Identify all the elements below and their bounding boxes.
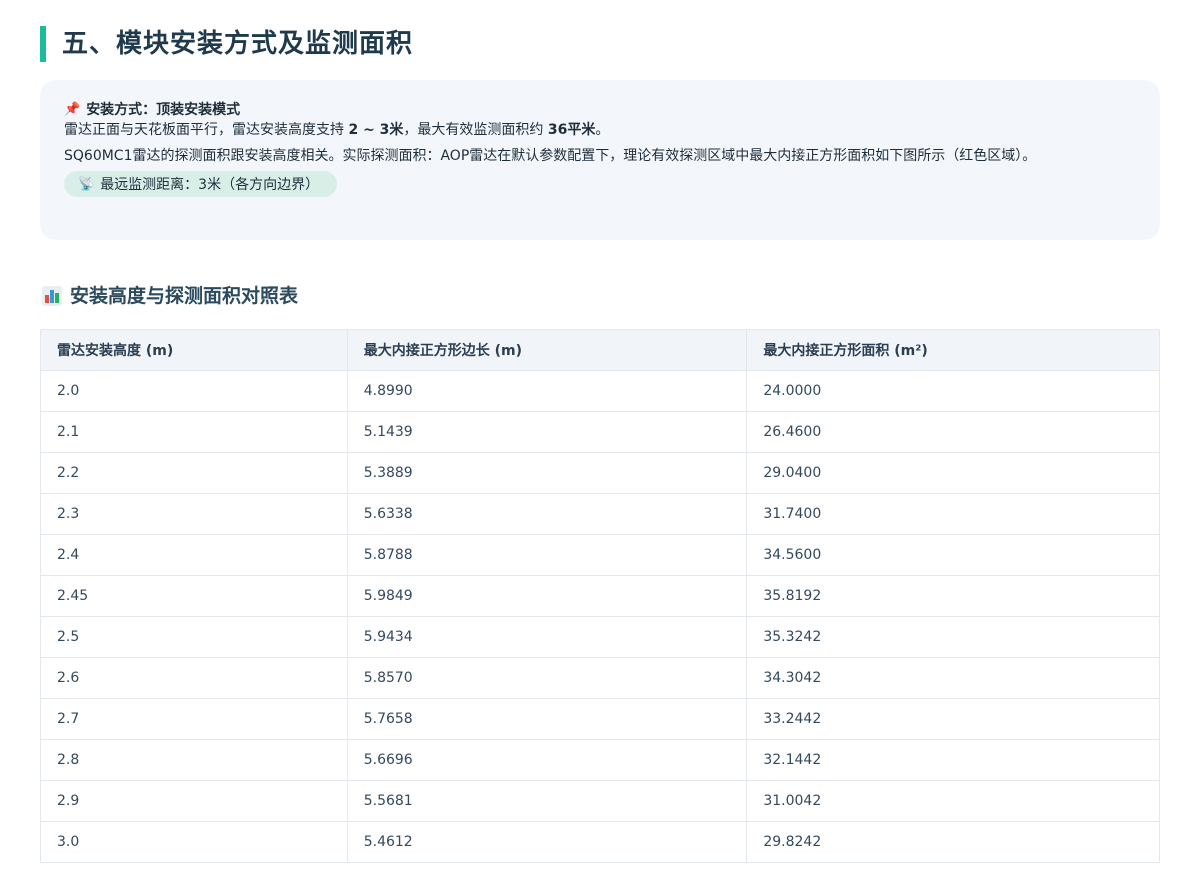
pushpin-icon: 📌 <box>64 102 81 117</box>
max-area-value: 36平米 <box>547 122 596 138</box>
cell-square-side: 5.6338 <box>346 493 748 535</box>
table-title-label: 安装高度与探测面积对照表 <box>70 285 299 307</box>
cell-square-area: 35.3242 <box>746 616 1160 658</box>
table-row: 2.7 5.7658 33.2442 <box>40 698 1160 740</box>
table-row: 2.6 5.8570 34.3042 <box>40 657 1160 699</box>
cell-square-side: 5.8788 <box>346 534 748 576</box>
cell-square-area: 29.8242 <box>746 821 1160 863</box>
cell-square-side: 5.3889 <box>346 452 748 494</box>
cell-square-area: 34.3042 <box>746 657 1160 699</box>
install-mode-label: 安装方式：顶装安装模式 <box>86 102 241 118</box>
bar-chart-icon <box>42 286 62 306</box>
cell-install-height: 2.3 <box>40 493 348 535</box>
cell-square-area: 29.0400 <box>746 452 1160 494</box>
cell-square-side: 5.1439 <box>346 411 748 453</box>
cell-square-side: 5.8570 <box>346 657 748 699</box>
cell-square-side: 5.9849 <box>346 575 748 617</box>
table-row: 2.5 5.9434 35.3242 <box>40 616 1160 658</box>
cell-install-height: 2.1 <box>40 411 348 453</box>
table-row: 2.8 5.6696 32.1442 <box>40 739 1160 781</box>
cell-square-area: 35.8192 <box>746 575 1160 617</box>
install-info-box: 📌 安装方式：顶装安装模式 雷达正面与天花板面平行，雷达安装高度支持 2 ~ 3… <box>40 80 1160 240</box>
cell-square-side: 4.8990 <box>346 370 748 412</box>
header-square-area: 最大内接正方形面积 (m²) <box>746 329 1160 371</box>
satellite-icon: 📡 <box>78 176 95 192</box>
table-row: 3.0 5.4612 29.8242 <box>40 821 1160 863</box>
cell-square-area: 34.5600 <box>746 534 1160 576</box>
cell-install-height: 2.6 <box>40 657 348 699</box>
cell-square-area: 33.2442 <box>746 698 1160 740</box>
table-row: 2.1 5.1439 26.4600 <box>40 411 1160 453</box>
section-title: 五、模块安装方式及监测面积 <box>40 26 413 62</box>
cell-square-area: 31.7400 <box>746 493 1160 535</box>
cell-square-area: 26.4600 <box>746 411 1160 453</box>
cell-square-area: 32.1442 <box>746 739 1160 781</box>
cell-install-height: 3.0 <box>40 821 348 863</box>
install-height-range: 2 ~ 3米 <box>348 122 404 138</box>
cell-square-side: 5.4612 <box>346 821 748 863</box>
max-range-label: 最远监测距离：3米（各方向边界） <box>100 177 320 193</box>
header-square-side: 最大内接正方形边长 (m) <box>346 329 748 371</box>
cell-install-height: 2.0 <box>40 370 348 412</box>
table-row: 2.9 5.5681 31.0042 <box>40 780 1160 822</box>
table-title: 安装高度与探测面积对照表 <box>42 282 298 310</box>
header-install-height: 雷达安装高度 (m) <box>40 329 348 371</box>
height-area-table: 雷达安装高度 (m) 最大内接正方形边长 (m) 最大内接正方形面积 (m²) … <box>40 329 1160 863</box>
cell-square-side: 5.5681 <box>346 780 748 822</box>
table-row: 2.45 5.9849 35.8192 <box>40 575 1160 617</box>
install-line-text-c: ，最大有效监测面积约 <box>403 122 548 138</box>
cell-install-height: 2.5 <box>40 616 348 658</box>
install-line-text-a: 雷达正面与天花板面平行，雷达安装高度支持 <box>64 122 349 138</box>
cell-square-area: 31.0042 <box>746 780 1160 822</box>
install-line-text-e: 。 <box>595 122 610 138</box>
table-header-row: 雷达安装高度 (m) 最大内接正方形边长 (m) 最大内接正方形面积 (m²) <box>40 329 1160 371</box>
cell-install-height: 2.2 <box>40 452 348 494</box>
cell-square-side: 5.7658 <box>346 698 748 740</box>
cell-square-area: 24.0000 <box>746 370 1160 412</box>
table-row: 2.0 4.8990 24.0000 <box>40 370 1160 412</box>
cell-square-side: 5.9434 <box>346 616 748 658</box>
cell-install-height: 2.7 <box>40 698 348 740</box>
cell-install-height: 2.8 <box>40 739 348 781</box>
max-range-chip: 📡 最远监测距离：3米（各方向边界） <box>64 171 338 197</box>
table-row: 2.2 5.3889 29.0400 <box>40 452 1160 494</box>
cell-install-height: 2.45 <box>40 575 348 617</box>
install-mode-heading: 📌 安装方式：顶装安装模式 <box>64 100 1136 120</box>
cell-install-height: 2.4 <box>40 534 348 576</box>
cell-square-side: 5.6696 <box>346 739 748 781</box>
install-height-line: 雷达正面与天花板面平行，雷达安装高度支持 2 ~ 3米，最大有效监测面积约 36… <box>64 120 1136 140</box>
cell-install-height: 2.9 <box>40 780 348 822</box>
detection-area-description: SQ60MC1雷达的探测面积跟安装高度相关。实际探测面积：AOP雷达在默认参数配… <box>64 148 1037 164</box>
table-row: 2.4 5.8788 34.5600 <box>40 534 1160 576</box>
table-row: 2.3 5.6338 31.7400 <box>40 493 1160 535</box>
